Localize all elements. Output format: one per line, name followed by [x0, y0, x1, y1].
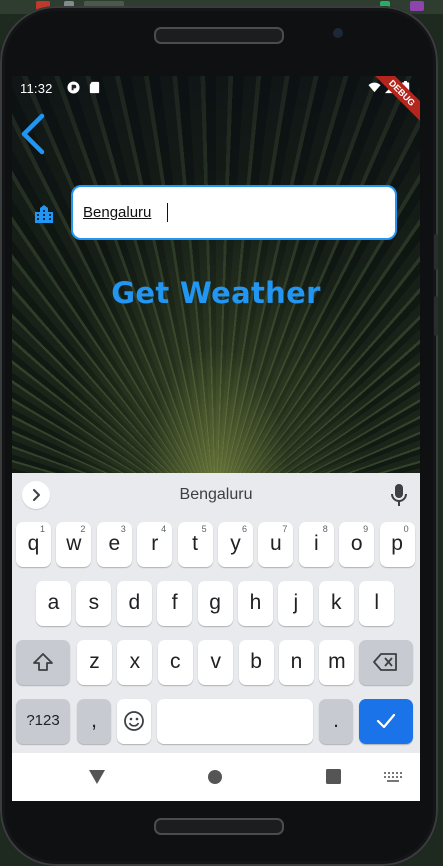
keyboard-switch-icon[interactable]	[384, 772, 402, 782]
shift-icon	[33, 653, 53, 671]
back-button[interactable]	[18, 112, 52, 156]
notification-app-icon	[67, 81, 80, 94]
key-p[interactable]: p0	[379, 522, 415, 567]
key-e[interactable]: e3	[96, 522, 132, 567]
triangle-back-icon[interactable]	[88, 769, 106, 785]
checkmark-icon	[376, 713, 396, 729]
key-t[interactable]: t5	[177, 522, 213, 567]
sd-card-icon	[89, 81, 100, 94]
power-button[interactable]	[434, 296, 438, 336]
circle-home-icon[interactable]	[207, 769, 223, 785]
key-d[interactable]: d	[116, 581, 152, 626]
status-bar: 11:32 DEBUG	[12, 76, 420, 127]
suggestion-bar: Bengaluru	[12, 473, 420, 517]
key-v[interactable]: v	[198, 640, 234, 685]
volume-button[interactable]	[434, 234, 438, 270]
key-k[interactable]: k	[318, 581, 354, 626]
key-i[interactable]: i8	[298, 522, 334, 567]
location-city-icon	[35, 205, 53, 223]
space-key[interactable]	[157, 699, 313, 744]
key-z[interactable]: z	[77, 640, 112, 685]
key-s[interactable]: s	[76, 581, 112, 626]
phone-frame: 11:32 DEBUG Bengaluru Get Weather Bengal…	[0, 6, 438, 866]
key-r-hint: 4	[161, 524, 167, 534]
key-b[interactable]: b	[238, 640, 274, 685]
key-y[interactable]: y6	[218, 522, 253, 567]
key-r[interactable]: r4	[137, 522, 173, 567]
soft-keyboard: Bengaluru q1w2e3r4t5y6u7i8o9p0 asdfghjkl…	[12, 473, 420, 753]
shift-key[interactable]	[16, 640, 70, 685]
key-o-hint: 9	[363, 524, 369, 534]
key-w-hint: 2	[80, 524, 86, 534]
key-l[interactable]: l	[359, 581, 395, 626]
key-o[interactable]: o9	[339, 522, 375, 567]
earpiece-speaker	[154, 27, 284, 44]
key-q-hint: 1	[39, 524, 45, 534]
period-key[interactable]: .	[319, 699, 353, 744]
city-input[interactable]	[71, 185, 397, 240]
key-i-hint: 8	[322, 524, 328, 534]
status-time: 11:32	[20, 81, 53, 96]
enter-key[interactable]	[359, 699, 413, 744]
key-w[interactable]: w2	[56, 522, 92, 567]
key-e-hint: 3	[120, 524, 126, 534]
square-recents-icon[interactable]	[326, 769, 341, 784]
get-weather-button[interactable]: Get Weather	[12, 276, 420, 310]
key-y-hint: 6	[241, 524, 247, 534]
microphone-icon[interactable]	[390, 483, 408, 507]
navigation-bar	[12, 753, 420, 801]
bottom-speaker	[154, 818, 284, 835]
key-p-hint: 0	[403, 524, 409, 534]
chevron-left-icon	[21, 113, 45, 155]
emoji-icon	[124, 711, 144, 731]
key-j[interactable]: j	[278, 581, 314, 626]
front-camera	[333, 28, 343, 38]
key-h[interactable]: h	[238, 581, 273, 626]
wifi-icon	[368, 82, 381, 93]
key-a[interactable]: a	[36, 581, 71, 626]
key-c[interactable]: c	[157, 640, 193, 685]
key-q[interactable]: q1	[16, 522, 51, 567]
key-t-hint: 5	[201, 524, 207, 534]
key-m[interactable]: m	[319, 640, 355, 685]
backspace-key[interactable]	[359, 640, 413, 685]
emoji-key[interactable]	[117, 699, 151, 744]
key-u[interactable]: u7	[258, 522, 294, 567]
word-suggestion[interactable]: Bengaluru	[12, 486, 420, 504]
key-u-hint: 7	[282, 524, 288, 534]
comma-key[interactable]: ,	[77, 699, 111, 744]
key-x[interactable]: x	[117, 640, 153, 685]
text-cursor	[167, 203, 168, 222]
key-n[interactable]: n	[279, 640, 314, 685]
key-g[interactable]: g	[197, 581, 233, 626]
backspace-icon	[373, 653, 397, 671]
symbols-key[interactable]: ?123	[16, 699, 70, 744]
key-f[interactable]: f	[157, 581, 193, 626]
device-screen: 11:32 DEBUG Bengaluru Get Weather Bengal…	[12, 76, 420, 801]
